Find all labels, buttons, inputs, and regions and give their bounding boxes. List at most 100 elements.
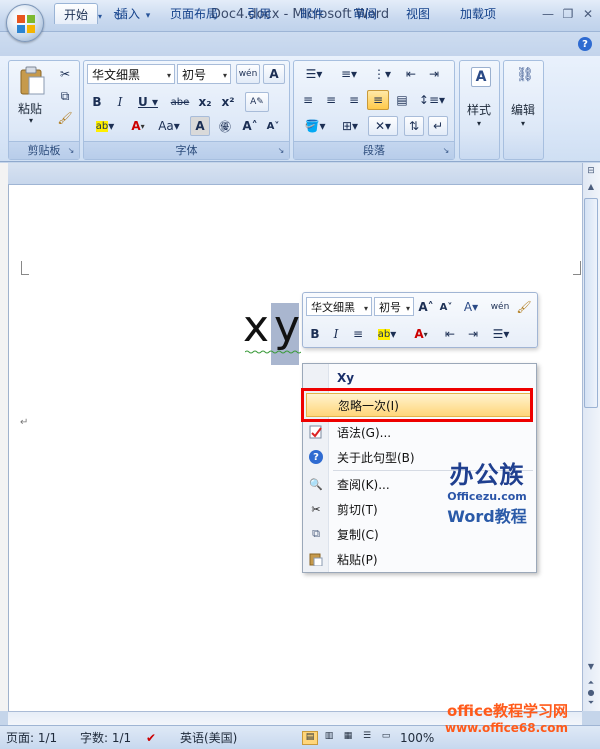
decrease-indent-icon[interactable]: ⇤ [401, 64, 421, 84]
web-layout-icon[interactable]: ▦ [340, 731, 356, 745]
format-painter-icon[interactable]: 🖌 [56, 108, 74, 128]
mini-font-size-combo[interactable]: 初号 ▾ [374, 297, 414, 316]
cut-icon: ✂ [311, 502, 321, 516]
underline-icon[interactable]: U ▾ [134, 92, 162, 112]
subscript-icon[interactable]: x₂ [195, 92, 215, 112]
text-highlight-color-icon[interactable]: ab ▾ [87, 116, 123, 136]
view-ruler-icon[interactable]: ⊟ [584, 166, 598, 178]
increase-indent-icon[interactable]: ⇥ [424, 64, 444, 84]
multilevel-list-icon[interactable]: ⋮▾ [366, 64, 398, 84]
full-screen-reading-icon[interactable]: ▥ [321, 731, 337, 745]
office-button[interactable] [6, 4, 44, 42]
copy-label: 复制(C) [337, 527, 379, 542]
scroll-down-icon[interactable]: ▼ [584, 662, 598, 674]
margin-mark-left [21, 261, 29, 275]
align-center-icon[interactable]: ≡ [321, 90, 341, 110]
tab-view[interactable]: 视图 [398, 3, 438, 24]
superscript-icon[interactable]: x² [218, 92, 238, 112]
mini-grow-font-icon[interactable]: A˄ [417, 297, 435, 317]
align-right-icon[interactable]: ≡ [344, 90, 364, 110]
numbering-icon[interactable]: ≡▾ [333, 64, 365, 84]
outline-icon[interactable]: ☰ [359, 731, 375, 745]
mini-font-color-icon[interactable]: A ▾ [407, 324, 435, 344]
menu-item-paste[interactable]: 粘贴(P) [303, 547, 536, 571]
bold-icon[interactable]: B [87, 92, 107, 112]
paste-button[interactable]: 粘贴 ▾ [14, 64, 52, 130]
mini-font-name-combo[interactable]: 华文细黑 ▾ [306, 297, 372, 316]
mini-increase-indent-icon[interactable]: ⇥ [463, 324, 483, 344]
shrink-font-icon[interactable]: A˅ [263, 116, 283, 136]
chevron-down-icon: ▾ [166, 71, 171, 80]
tab-home[interactable]: 开始 [54, 3, 98, 24]
draft-icon[interactable]: ▭ [378, 731, 394, 745]
paragraph-launcher-icon[interactable]: ↘ [441, 146, 451, 156]
doc-letter-x[interactable]: x [243, 300, 269, 354]
font-color-icon[interactable]: A ▾ [124, 116, 152, 136]
mini-styles-icon[interactable]: A▾ [458, 297, 484, 317]
copy-icon[interactable]: ⧉ [56, 86, 74, 106]
chevron-down-icon: ▾ [363, 304, 368, 313]
shading-icon[interactable]: 🪣▾ [298, 116, 332, 136]
character-border-icon[interactable]: A [263, 64, 285, 84]
help-icon[interactable]: ? [578, 37, 592, 51]
previous-page-icon[interactable]: ⏶ [584, 678, 598, 688]
close-button[interactable]: ✕ [578, 6, 598, 22]
status-word-count[interactable]: 字数: 1/1 [80, 730, 131, 745]
tab-add-ins[interactable]: 加载项 [452, 3, 504, 24]
enclose-characters-icon[interactable]: ㊝ [214, 116, 236, 136]
status-language[interactable]: 英语(美国) [180, 730, 237, 745]
cut-icon[interactable]: ✂ [56, 64, 74, 84]
font-launcher-icon[interactable]: ↘ [276, 146, 286, 156]
mini-highlight-icon[interactable]: ab ▾ [370, 324, 404, 344]
mini-shrink-font-icon[interactable]: A˅ [437, 297, 455, 317]
chinese-layout-icon[interactable]: ✕▾ [368, 116, 398, 136]
clipboard-launcher-icon[interactable]: ↘ [66, 146, 76, 156]
menu-item-suggestion[interactable]: Xy [303, 366, 536, 390]
status-page[interactable]: 页面: 1/1 [6, 730, 57, 745]
phonetic-guide-icon[interactable]: wén [236, 64, 260, 84]
mini-phonetic-guide-icon[interactable]: wén [489, 297, 511, 317]
scrollbar-thumb[interactable] [584, 198, 598, 408]
next-page-icon[interactable]: ⏷ [584, 698, 598, 708]
menu-item-grammar[interactable]: 语法(G)... [303, 420, 536, 444]
proofing-status-icon[interactable]: ✔ [146, 730, 156, 745]
select-browse-object-icon[interactable]: ● [584, 688, 598, 698]
mini-center-icon[interactable]: ≡ [349, 324, 367, 344]
tab-mailings[interactable]: 邮件 [292, 3, 332, 24]
print-layout-icon[interactable]: ▤ [302, 730, 318, 745]
italic-icon[interactable]: I [110, 92, 130, 112]
view-buttons: ▤ ▥ ▦ ☰ ▭ [302, 730, 394, 745]
character-shading-icon[interactable]: A [190, 116, 210, 136]
align-left-icon[interactable]: ≡ [298, 90, 318, 110]
line-spacing-icon[interactable]: ↕≡▾ [417, 90, 447, 110]
justify-icon[interactable]: ≡ [367, 90, 389, 110]
group-styles[interactable]: A 样式 ▾ [459, 60, 500, 160]
tab-page-layout[interactable]: 页面布局 [163, 3, 225, 24]
tab-review[interactable]: 审阅 [345, 3, 385, 24]
status-zoom[interactable]: 100% [400, 730, 434, 745]
change-case-icon[interactable]: Aa▾ [155, 116, 183, 136]
selected-text[interactable]: y [271, 301, 300, 365]
distributed-icon[interactable]: ▤ [392, 90, 412, 110]
font-name-combo[interactable]: 华文细黑 ▾ [87, 64, 175, 84]
mini-bold-icon[interactable]: B [306, 324, 324, 344]
group-editing[interactable]: ⛓ 编辑 ▾ [503, 60, 544, 160]
mini-format-painter-icon[interactable]: 🖌 [514, 297, 534, 317]
restore-button[interactable]: ❐ [558, 6, 578, 22]
tab-insert[interactable]: 插入 [108, 3, 148, 24]
mini-bullets-icon[interactable]: ☰▾ [486, 324, 516, 344]
font-size-combo[interactable]: 初号 ▾ [177, 64, 231, 84]
clear-formatting-icon[interactable]: A✎ [245, 92, 269, 112]
borders-icon[interactable]: ⊞▾ [335, 116, 365, 136]
tab-references[interactable]: 引用 [239, 3, 279, 24]
sort-icon[interactable]: ⇅ [404, 116, 424, 136]
watermark-line1: office教程学习网 [446, 702, 569, 720]
bullets-icon[interactable]: ☰▾ [298, 64, 330, 84]
mini-decrease-indent-icon[interactable]: ⇤ [440, 324, 460, 344]
mini-italic-icon[interactable]: I [327, 324, 345, 344]
strikethrough-icon[interactable]: abe [168, 92, 192, 112]
show-hide-marks-icon[interactable]: ↵ [428, 116, 448, 136]
minimize-button[interactable]: — [538, 6, 558, 22]
scroll-up-icon[interactable]: ▲ [584, 182, 598, 194]
grow-font-icon[interactable]: A˄ [240, 116, 260, 136]
